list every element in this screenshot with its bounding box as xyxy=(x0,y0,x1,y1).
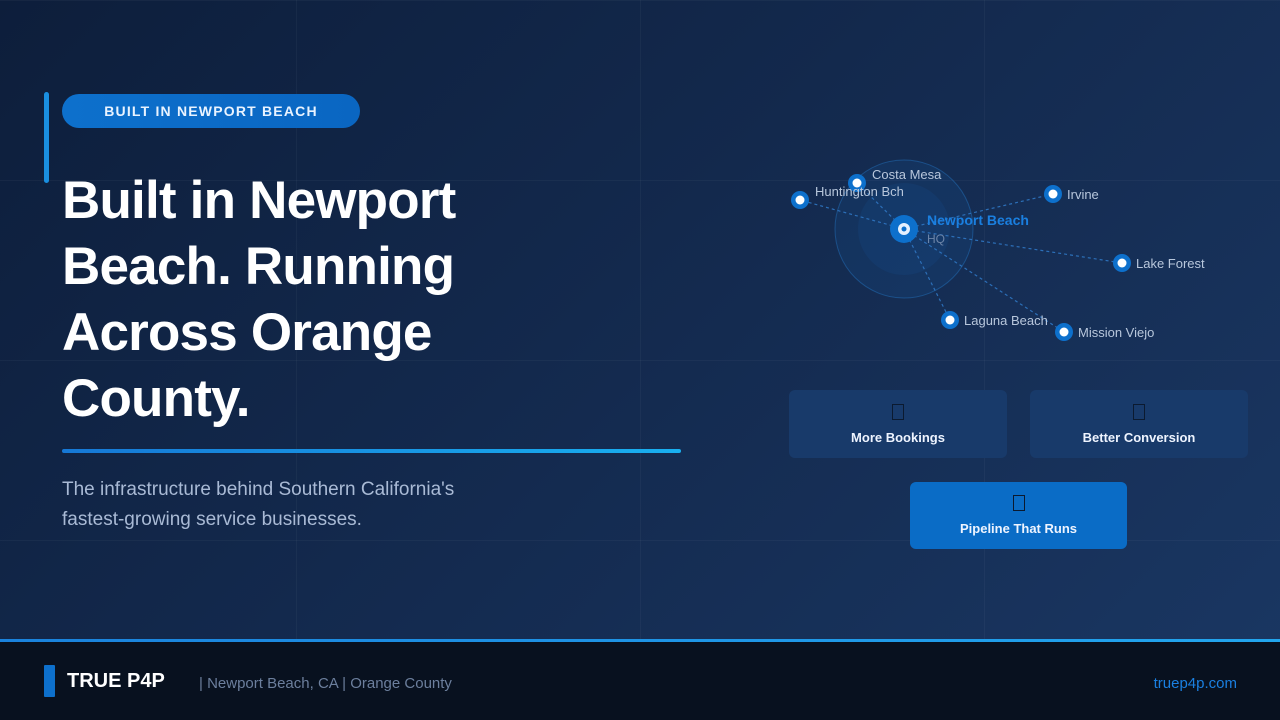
footer: TRUE P4P | Newport Beach, CA | Orange Co… xyxy=(0,642,1280,720)
city-label-lake-forest: Lake Forest xyxy=(1136,256,1205,271)
card-label: Pipeline That Runs xyxy=(959,521,1077,536)
missing-glyph-icon xyxy=(892,403,904,420)
service-area-map: Newport Beach HQ Costa Mesa Huntington B… xyxy=(780,150,1250,360)
footer-brand: TRUE P4P xyxy=(67,670,165,692)
card-label: More Bookings xyxy=(851,429,945,445)
hq-marker xyxy=(890,215,918,243)
accent-bar xyxy=(44,92,49,183)
hq-label: Newport Beach xyxy=(927,212,1029,228)
city-label-irvine: Irvine xyxy=(1067,187,1099,202)
city-marker xyxy=(1055,323,1073,341)
city-label-laguna-beach: Laguna Beach xyxy=(964,313,1048,328)
map-graphic xyxy=(791,159,1131,341)
missing-glyph-icon xyxy=(1133,403,1145,420)
headline-line: County. xyxy=(62,369,251,428)
headline: Built in Newport Beach. Running Across O… xyxy=(62,168,582,432)
benefit-card-pipeline: Pipeline That Runs xyxy=(910,482,1127,549)
city-label-costa-mesa: Costa Mesa xyxy=(872,167,942,182)
benefit-card-better-conversion: Better Conversion xyxy=(1030,390,1248,458)
city-label-huntington-bch: Huntington Bch xyxy=(815,184,904,199)
subtitle: The infrastructure behind Southern Calif… xyxy=(62,475,522,535)
benefit-card-more-bookings: More Bookings xyxy=(789,390,1007,458)
subtitle-line: fastest-growing service businesses. xyxy=(62,509,362,530)
city-marker xyxy=(941,311,959,329)
card-label: Better Conversion xyxy=(1082,429,1196,445)
brand-mark xyxy=(44,665,55,697)
city-marker xyxy=(1044,185,1062,203)
city-marker xyxy=(791,191,809,209)
city-marker xyxy=(1113,254,1131,272)
footer-location: | Newport Beach, CA | Orange County xyxy=(199,675,452,692)
missing-glyph-icon xyxy=(1012,495,1025,511)
headline-line: Across Orange xyxy=(62,303,432,362)
headline-line: Beach. Running xyxy=(62,237,455,296)
headline-underline xyxy=(62,449,681,453)
subtitle-line: The infrastructure behind Southern Calif… xyxy=(62,479,455,500)
headline-line: Built in Newport xyxy=(62,171,456,230)
footer-url-link[interactable]: truep4p.com xyxy=(1154,675,1237,692)
location-badge: BUILT IN NEWPORT BEACH xyxy=(62,94,360,128)
city-label-mission-viejo: Mission Viejo xyxy=(1078,325,1155,340)
hq-sublabel: HQ xyxy=(927,232,945,246)
